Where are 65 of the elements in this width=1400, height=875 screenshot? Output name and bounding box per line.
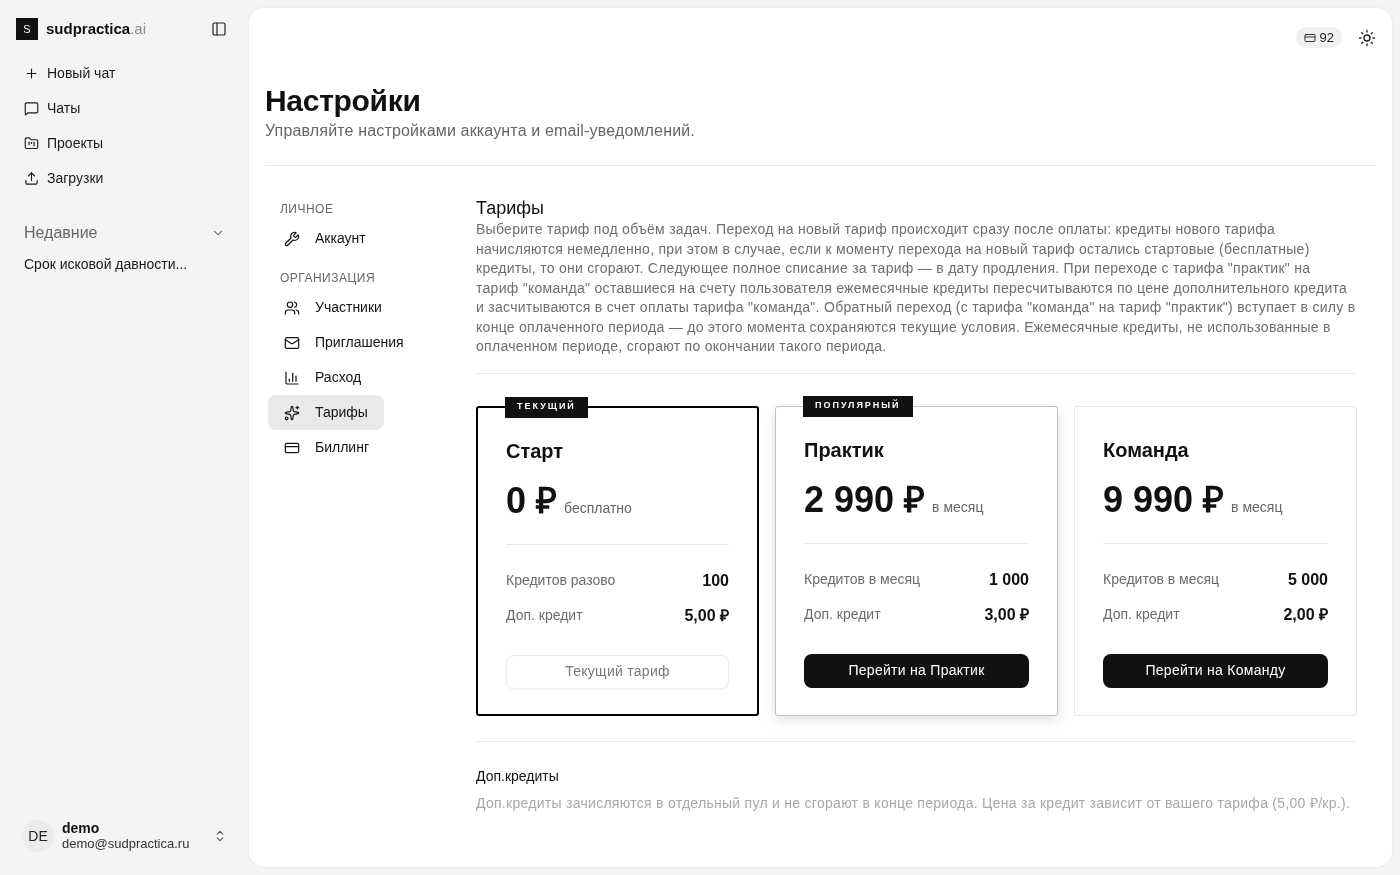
page-title: Настройки [265,83,422,119]
folder-icon [24,136,39,151]
section-description: Выберите тариф под объём задач. Переход на новый тариф происходит сразу после оплаты: кредиты нового тарифа начисляются немедленно, при этом в случае, если к моменту перехода на новый тариф остались стартовые (бесплатные) кредиты, то они сгорают. Следующее полное списание за тариф — в дату продления. При переходе с тарифа "практик" на тариф "команда" оставшиеся на счету пользователя ежемесячные кредиты пересчитываются по цене дополнительного кредита и засчитываются в счет оплаты тарифа "команда". Обратный переход (с тарифа "команда" на тариф "практик") вступает в силу в конце оплаченного периода — до этого момента сохраняются текущие условия. Ежемесячные кредиты, не использованные в оплаченном периоде, сгорают по окончании такого периода. [476,220,1357,374]
plan-feature-value: 5,00 ₽ [684,605,729,626]
plan-period: бесплатно [564,498,632,518]
plan-feature-value: 1 000 [988,569,1029,590]
plan-name: Старт [506,438,565,464]
plan-action-button[interactable]: Перейти на Практик [804,653,1029,688]
plan-feature-value: 3,00 ₽ [984,604,1029,625]
bar-chart-icon [284,369,300,386]
logo-mark: S [16,18,38,40]
sidebar-nav-item[interactable]: Чаты [0,91,249,126]
settings-nav-item[interactable]: Тарифы [268,395,384,430]
plan-feature-label: Доп. кредит [1103,605,1180,624]
page-subtitle: Управляйте настройками аккаунта и email-уведомлений. [265,121,696,141]
plan-feature-label: Доп. кредит [506,606,583,625]
sparkles-icon [284,404,300,421]
recent-heading: Недавние [24,223,98,243]
plan-feature-value: 100 [702,570,729,591]
plan-feature-value: 2,00 ₽ [1283,604,1328,625]
extra-credits-title: Доп.кредиты [476,766,560,786]
sidebar-nav-item[interactable]: Загрузки [0,161,249,196]
theme-toggle-button[interactable] [1358,28,1376,47]
plan-name: Команда [1103,437,1190,463]
plus-icon [24,66,39,81]
plan-feature-value: 5 000 [1287,569,1328,590]
nav-section-label: ОРГАНИЗАЦИЯ [279,270,377,286]
wrench-icon [284,230,300,247]
credits-counter[interactable]: 92 [1295,27,1342,48]
plan-period: в месяц [932,497,984,517]
panel-left-icon [211,21,227,37]
recent-chat-item[interactable]: Срок исковой давности... [0,254,249,274]
user-name: demo [62,820,101,836]
envelope-icon [284,334,300,351]
credit-card-icon [1303,31,1316,44]
plan-price: 0 ₽ [506,480,558,521]
user-email: demo@sudpractica.ru [62,836,190,852]
plan-tag: ПОПУЛЯРНЫЙ [803,395,913,417]
plan-feature-label: Кредитов в месяц [1103,570,1220,589]
plan-price: 9 990 ₽ [1103,479,1225,520]
settings-nav-item[interactable]: Аккаунт [268,221,382,256]
chat-bubble-icon [24,101,39,116]
sidebar-nav-item[interactable]: Проекты [0,126,249,161]
brand-name: sudpractica.ai [46,18,147,39]
settings-nav-item[interactable]: Приглашения [268,325,420,360]
plan-price: 2 990 ₽ [804,479,926,520]
settings-nav-item[interactable]: Участники [268,290,398,325]
plan-feature-label: Кредитов разово [506,571,616,590]
plan-feature-label: Доп. кредит [804,605,881,624]
plan-feature-label: Кредитов в месяц [804,570,921,589]
extra-credits-description: Доп.кредиты зачисляются в отдельный пул и не сгорают в конце периода. Цена за кредит зависит от вашего тарифа (5,00 ₽/кр.). [476,793,1352,813]
user-avatar: DE [22,820,54,852]
upload-icon [24,171,39,186]
section-title: Тарифы [476,197,545,220]
plan-name: Практик [804,437,885,463]
settings-nav-item[interactable]: Биллинг [268,430,385,465]
settings-nav-item[interactable]: Расход [268,360,378,395]
nav-section-label: ЛИЧНОЕ [279,201,335,217]
sun-icon [1358,28,1376,47]
users-icon [284,299,300,316]
plan-action-button[interactable]: Перейти на Команду [1103,653,1328,688]
plan-tag: ТЕКУЩИЙ [505,396,588,418]
sidebar-toggle-button[interactable] [209,19,229,39]
plan-period: в месяц [1231,497,1283,517]
sidebar-nav-item[interactable]: Новый чат [0,56,249,91]
